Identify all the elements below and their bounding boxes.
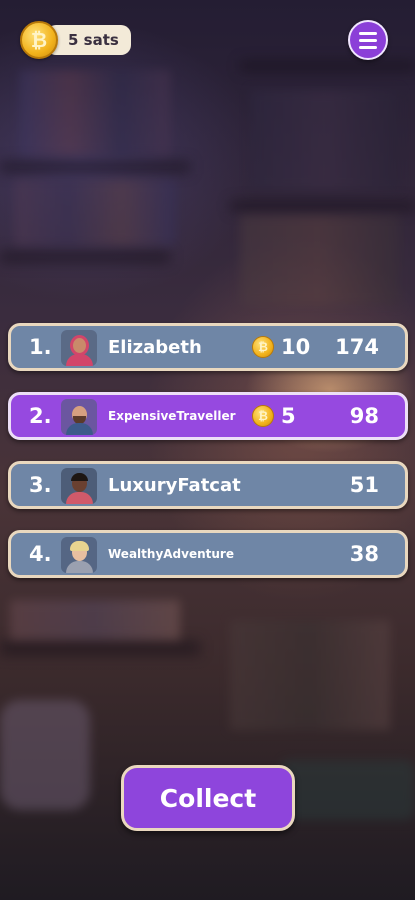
player-avatar — [61, 399, 97, 435]
player-avatar — [61, 330, 97, 366]
leaderboard-row: 1. Elizabeth ₿ 10 174 — [8, 323, 408, 371]
rank-label: 2. — [29, 404, 52, 428]
player-name: WealthyAdventure — [108, 547, 234, 561]
bitcoin-coin-icon: ₿ — [20, 21, 58, 59]
score-value: 174 — [335, 335, 379, 359]
rank-label: 4. — [29, 542, 52, 566]
rank-label: 1. — [29, 335, 52, 359]
player-name: Elizabeth — [108, 336, 202, 358]
coins-value: 5 — [281, 404, 296, 428]
player-name: ExpensiveTraveller — [108, 409, 236, 423]
score-value: 51 — [349, 473, 379, 497]
player-avatar — [61, 468, 97, 504]
collect-button[interactable]: Collect — [121, 765, 295, 831]
player-name: LuxuryFatcat — [108, 474, 241, 496]
sats-balance-label: 5 sats — [46, 25, 131, 55]
player-avatar — [61, 537, 97, 573]
bitcoin-coin-icon: ₿ — [252, 405, 274, 427]
leaderboard-row: 4. WealthyAdventure 38 — [8, 530, 408, 578]
leaderboard-row-current-player: 2. ExpensiveTraveller ₿ 5 98 — [8, 392, 408, 440]
coins-value: 10 — [281, 335, 311, 359]
score-value: 98 — [349, 404, 379, 428]
score-value: 38 — [349, 542, 379, 566]
rank-label: 3. — [29, 473, 52, 497]
menu-button[interactable] — [348, 20, 388, 60]
bitcoin-coin-icon: ₿ — [252, 336, 274, 358]
hamburger-menu-icon — [359, 31, 377, 35]
leaderboard-row: 3. LuxuryFatcat 51 — [8, 461, 408, 509]
